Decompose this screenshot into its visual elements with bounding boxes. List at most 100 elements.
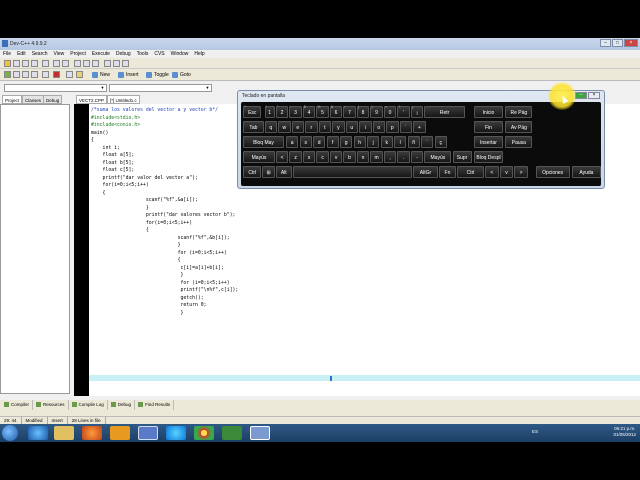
osk-key[interactable]: l — [394, 136, 407, 148]
osk-key[interactable]: Mayús — [424, 151, 452, 163]
system-clock[interactable]: 06:21 p.m. 01/05/2012 — [613, 426, 636, 438]
insert-button[interactable]: Insert — [118, 71, 139, 79]
osk-key[interactable]: > — [514, 166, 528, 178]
osk-key[interactable]: c — [316, 151, 329, 163]
osk-key[interactable]: n — [356, 151, 370, 163]
osk-key[interactable]: s — [299, 136, 312, 148]
skype-icon[interactable] — [166, 426, 186, 440]
open-project-icon[interactable] — [4, 60, 11, 67]
project-options-icon[interactable] — [66, 71, 73, 78]
goto-button[interactable]: Goto — [172, 71, 191, 79]
osk-key[interactable]: a — [286, 136, 299, 148]
start-button[interactable] — [2, 425, 18, 441]
menu-tools[interactable]: Tools — [137, 50, 149, 58]
close-file-icon[interactable] — [31, 60, 38, 67]
add-to-project-icon[interactable] — [113, 60, 120, 67]
osk-key[interactable]: ç — [434, 136, 447, 148]
tab-debug[interactable]: Debug — [43, 95, 63, 104]
osk-key[interactable]: v — [499, 166, 514, 178]
dev-cpp-titlebar[interactable]: Dev-C++ 4.9.9.2 – □ × — [0, 38, 640, 50]
osk-key[interactable]: Tab — [243, 121, 264, 133]
osk-key[interactable]: - — [410, 151, 424, 163]
osk-key[interactable]: b — [343, 151, 356, 163]
osk-key[interactable]: < — [485, 166, 499, 178]
compile-icon[interactable] — [4, 71, 11, 78]
osk-key[interactable]: y — [332, 121, 345, 133]
osk-key[interactable]: Ctrl — [457, 166, 484, 178]
explorer-icon[interactable] — [54, 426, 74, 440]
menu-execute[interactable]: Execute — [92, 50, 110, 58]
language-indicator[interactable]: ES — [532, 429, 538, 434]
bottom-tab-resources[interactable]: Resources — [34, 400, 69, 410]
firefox-icon[interactable] — [82, 426, 102, 440]
osk-key[interactable]: k — [380, 136, 393, 148]
new-project-icon[interactable] — [104, 60, 111, 67]
osk-key[interactable]: Bloq May — [243, 136, 284, 148]
chrome-icon[interactable] — [194, 426, 214, 440]
menu-project[interactable]: Project — [70, 50, 86, 58]
osk-key[interactable]: Fin — [473, 121, 504, 133]
osk-key[interactable]: Fn — [439, 166, 456, 178]
osk-key[interactable]: u — [345, 121, 358, 133]
osk-key[interactable]: p — [386, 121, 399, 133]
minimize-button[interactable]: – — [600, 39, 611, 47]
editor-tab-vect2[interactable]: VECT2.CPP — [76, 95, 108, 104]
compile-run-icon[interactable] — [22, 71, 29, 78]
toggle-button[interactable]: Toggle — [146, 71, 169, 79]
help-icon[interactable] — [76, 71, 83, 78]
menu-debug[interactable]: Debug — [116, 50, 131, 58]
dev-cpp-taskbar-icon[interactable] — [138, 426, 158, 440]
osk-key[interactable]: j — [367, 136, 380, 148]
new-button[interactable]: New — [92, 71, 110, 79]
save-icon[interactable] — [13, 60, 20, 67]
osk-key[interactable]: x — [302, 151, 316, 163]
bottom-tab-compile-log[interactable]: Compile Log — [70, 400, 108, 410]
menu-search[interactable]: Search — [32, 50, 48, 58]
menu-file[interactable]: File — [3, 50, 11, 58]
print-icon[interactable] — [42, 60, 49, 67]
menu-help[interactable]: Help — [194, 50, 204, 58]
osk-key[interactable]: d — [313, 136, 326, 148]
tab-classes[interactable]: Classes — [22, 95, 45, 104]
menu-view[interactable]: View — [54, 50, 65, 58]
bottom-tab-find-results[interactable]: Find Results — [136, 400, 175, 410]
undo-icon[interactable] — [53, 60, 60, 67]
osk-key[interactable]: Supr — [452, 151, 472, 163]
stop-icon[interactable] — [53, 71, 60, 78]
menu-cvs[interactable]: CVS — [154, 50, 164, 58]
class-combo[interactable]: ▼ — [4, 84, 107, 92]
rebuild-icon[interactable] — [31, 71, 38, 78]
osk-key[interactable]: Inicio — [473, 106, 504, 118]
osk-key[interactable]: AltGr — [413, 166, 438, 178]
osk-key[interactable]: Ayuda — [571, 166, 601, 178]
save-all-icon[interactable] — [22, 60, 29, 67]
ie-icon[interactable] — [28, 426, 48, 440]
menu-edit[interactable]: Edit — [17, 50, 26, 58]
bottom-tab-compiler[interactable]: Compiler — [2, 400, 34, 410]
osk-key[interactable]: ⊞ — [262, 166, 275, 178]
function-combo[interactable]: ▼ — [109, 84, 212, 92]
osk-key[interactable]: Mayús — [243, 151, 275, 163]
osk-key[interactable]: Av Pág — [505, 121, 533, 133]
remove-from-project-icon[interactable] — [122, 60, 129, 67]
replace-icon[interactable] — [83, 60, 90, 67]
osk-key[interactable]: Alt — [275, 166, 292, 178]
editor-tab-untitled1[interactable]: [*] Untitled1.c — [107, 95, 140, 104]
osk-key[interactable]: . — [397, 151, 410, 163]
osk-key[interactable]: , — [383, 151, 397, 163]
osk-key[interactable]: Opciones — [535, 166, 570, 178]
osk-key[interactable]: i — [359, 121, 372, 133]
osk-minimize-button[interactable]: – — [575, 92, 587, 99]
osk-key-space[interactable] — [292, 166, 412, 178]
osk-key[interactable]: Bloq Despl — [473, 151, 504, 163]
osk-close-button[interactable]: × — [588, 92, 600, 99]
osk-key[interactable]: g — [340, 136, 353, 148]
bottom-tab-debug[interactable]: Debug — [109, 400, 136, 410]
osk-key[interactable]: q — [264, 121, 277, 133]
osk-key[interactable]: t — [318, 121, 331, 133]
osk-key[interactable]: Ctrl — [243, 166, 262, 178]
tab-project[interactable]: Project — [2, 95, 23, 104]
osk-key[interactable]: r — [305, 121, 318, 133]
osk-key[interactable]: < — [275, 151, 289, 163]
osk-key[interactable]: f — [326, 136, 339, 148]
